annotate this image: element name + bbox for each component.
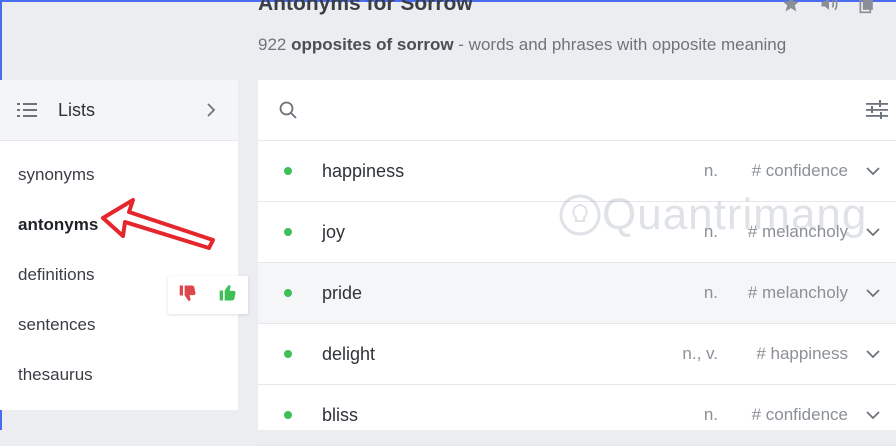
word-label[interactable]: happiness — [322, 161, 404, 182]
list-menu-icon — [17, 103, 37, 117]
search-icon[interactable] — [279, 101, 297, 119]
word-label[interactable]: bliss — [322, 405, 358, 426]
header-actions — [780, 0, 878, 14]
word-row[interactable]: pride n. # melancholy — [258, 263, 896, 324]
part-of-speech: n. — [703, 222, 718, 241]
words-panel: happiness n. # confidence joy n. # melan… — [258, 80, 896, 446]
subtitle-bold: opposites of sorrow — [291, 35, 454, 54]
thumbs-down-icon[interactable] — [178, 283, 198, 308]
red-arrow-annotation — [101, 198, 215, 250]
star-icon[interactable] — [780, 0, 802, 14]
word-label[interactable]: joy — [322, 222, 345, 243]
chevron-down-icon[interactable] — [866, 349, 880, 359]
status-dot — [284, 167, 292, 175]
chevron-down-icon[interactable] — [866, 227, 880, 237]
page-subtitle: 922 opposites of sorrow - words and phra… — [258, 35, 786, 55]
page-title: Antonyms for Sorrow — [258, 0, 473, 15]
status-dot — [284, 411, 292, 419]
word-tag[interactable]: # melancholy — [748, 283, 848, 303]
lists-items: synonyms antonyms definitions sentences … — [0, 141, 238, 400]
chevron-down-icon[interactable] — [866, 166, 880, 176]
part-of-speech: n. — [703, 405, 718, 424]
lists-header[interactable]: Lists — [0, 80, 238, 141]
word-tag[interactable]: # melancholy — [748, 222, 848, 242]
word-label[interactable]: delight — [322, 344, 375, 365]
lists-title: Lists — [58, 99, 96, 120]
copy-icon[interactable] — [856, 0, 878, 14]
word-row[interactable]: bliss n. # confidence — [258, 385, 896, 446]
status-dot — [284, 228, 292, 236]
thumbs-up-icon[interactable] — [218, 283, 238, 308]
part-of-speech: n. — [703, 283, 718, 302]
status-dot — [284, 350, 292, 358]
vote-box — [168, 276, 248, 314]
filter-sliders-icon[interactable] — [866, 100, 888, 120]
word-label[interactable]: pride — [322, 283, 362, 304]
status-dot — [284, 289, 292, 297]
word-row[interactable]: happiness n. # confidence — [258, 141, 896, 202]
word-tag[interactable]: # confidence — [752, 161, 848, 181]
word-tag[interactable]: # confidence — [752, 405, 848, 425]
chevron-down-icon[interactable] — [866, 288, 880, 298]
part-of-speech: n., v. — [682, 344, 718, 363]
word-row[interactable]: joy n. # melancholy — [258, 202, 896, 263]
subtitle-rest: - words and phrases with opposite meanin… — [453, 35, 787, 54]
result-count: 922 — [258, 35, 287, 54]
speaker-icon[interactable] — [818, 0, 840, 14]
chevron-down-icon[interactable] — [866, 410, 880, 420]
word-tag[interactable]: # happiness — [756, 344, 848, 364]
list-item-thesaurus[interactable]: thesaurus — [0, 350, 238, 400]
chevron-right-icon[interactable] — [204, 103, 218, 117]
part-of-speech: n. — [703, 161, 718, 180]
word-row[interactable]: delight n., v. # happiness — [258, 324, 896, 385]
search-row[interactable] — [258, 80, 896, 141]
